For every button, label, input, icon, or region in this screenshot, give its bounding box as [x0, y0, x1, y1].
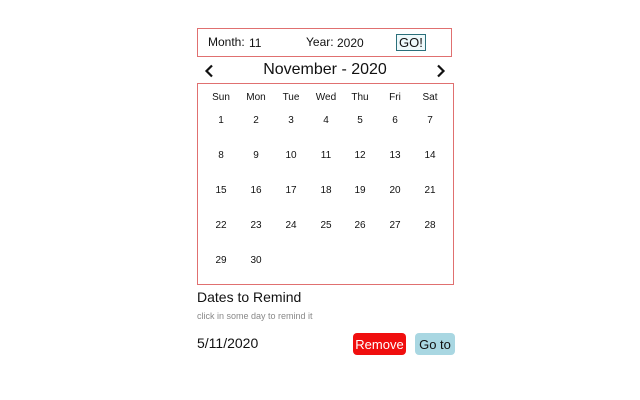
- calendar-header: November - 2020: [197, 60, 453, 82]
- day-cell[interactable]: 12: [348, 148, 372, 164]
- month-label: Month:: [208, 35, 245, 49]
- remove-button[interactable]: Remove: [353, 333, 406, 355]
- day-cell[interactable]: 11: [314, 148, 338, 164]
- day-cell[interactable]: 3: [279, 113, 303, 129]
- day-cell[interactable]: 17: [279, 183, 303, 199]
- month-input[interactable]: 11: [249, 36, 261, 50]
- day-cell[interactable]: 4: [314, 113, 338, 129]
- year-label: Year:: [306, 35, 334, 49]
- weekday-header: Thu: [351, 92, 369, 103]
- day-cell[interactable]: 30: [244, 253, 268, 269]
- day-cell[interactable]: 14: [418, 148, 442, 164]
- day-cell[interactable]: 8: [209, 148, 233, 164]
- reminders-hint: click in some day to remind it: [197, 311, 313, 321]
- day-cell[interactable]: 6: [383, 113, 407, 129]
- year-input[interactable]: 2020: [337, 36, 364, 50]
- day-cell[interactable]: 23: [244, 218, 268, 234]
- day-cell[interactable]: 7: [418, 113, 442, 129]
- weekday-header: Wed: [315, 92, 337, 103]
- day-cell[interactable]: 13: [383, 148, 407, 164]
- weekday-header: Mon: [246, 92, 266, 103]
- day-cell[interactable]: 19: [348, 183, 372, 199]
- month-year-selector: Month: 11 Year: 2020 GO!: [197, 28, 452, 57]
- day-cell[interactable]: 21: [418, 183, 442, 199]
- day-cell[interactable]: 5: [348, 113, 372, 129]
- reminder-date: 5/11/2020: [197, 335, 259, 351]
- go-button[interactable]: GO!: [396, 34, 426, 51]
- next-month-button[interactable]: [432, 61, 450, 81]
- calendar-grid: Sun Mon Tue Wed Thu Fri Sat 1 2 3 4 5 6 7 8 9 10 11 12 13 14…: [197, 83, 454, 285]
- day-cell[interactable]: 10: [279, 148, 303, 164]
- weekday-header: Tue: [282, 92, 300, 103]
- goto-button[interactable]: Go to: [415, 333, 455, 355]
- weekday-header: Fri: [389, 92, 401, 103]
- weekday-header: Sat: [422, 92, 438, 103]
- reminders-title: Dates to Remind: [197, 289, 302, 305]
- day-cell[interactable]: 27: [383, 218, 407, 234]
- chevron-right-icon: [437, 64, 446, 78]
- day-cell[interactable]: 16: [244, 183, 268, 199]
- day-cell[interactable]: 9: [244, 148, 268, 164]
- day-cell[interactable]: 1: [209, 113, 233, 129]
- day-cell[interactable]: 22: [209, 218, 233, 234]
- day-cell[interactable]: 24: [279, 218, 303, 234]
- month-title: November - 2020: [263, 61, 387, 78]
- weekday-header: Sun: [212, 92, 230, 103]
- day-cell[interactable]: 15: [209, 183, 233, 199]
- day-cell[interactable]: 25: [314, 218, 338, 234]
- day-cell[interactable]: 29: [209, 253, 233, 269]
- day-cell[interactable]: 2: [244, 113, 268, 129]
- day-cell[interactable]: 20: [383, 183, 407, 199]
- day-cell[interactable]: 28: [418, 218, 442, 234]
- day-cell[interactable]: 18: [314, 183, 338, 199]
- day-cell[interactable]: 26: [348, 218, 372, 234]
